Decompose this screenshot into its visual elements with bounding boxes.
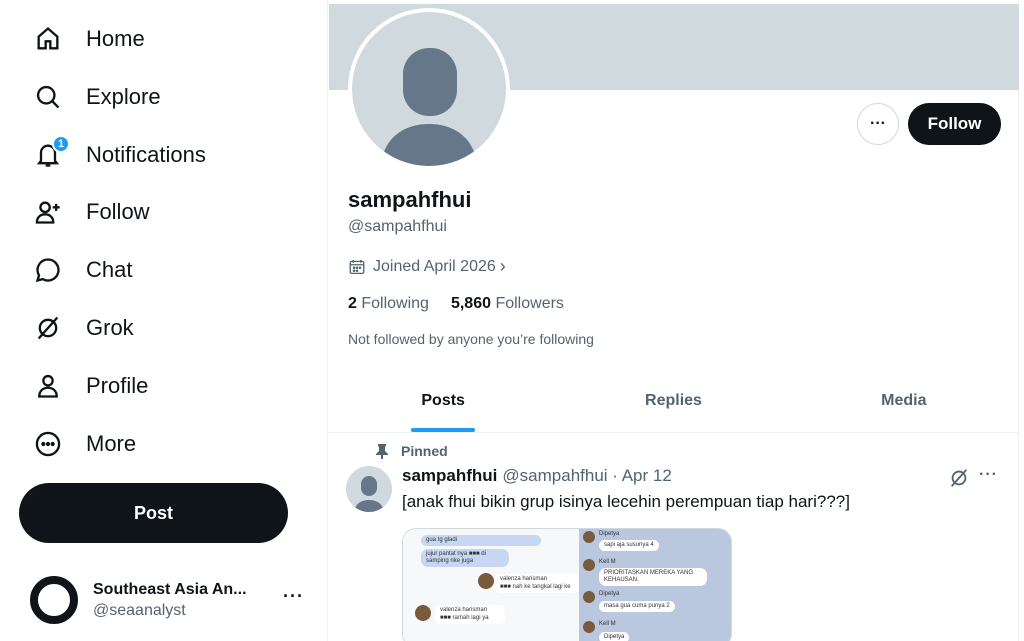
chat-sender: Kell M [599,559,616,565]
account-switcher[interactable]: Southeast Asia An... @seaanalyst ··· [30,572,310,628]
chat-sender: Kell M [599,621,616,627]
sidebar-item-more[interactable]: More [30,424,136,464]
tab-replies[interactable]: Replies [558,370,788,432]
sidebar-item-label: Follow [86,199,150,224]
chat-bubble: gua tg gladi [421,535,541,546]
sidebar-item-label: Grok [86,315,134,340]
chat-screenshot-left: gua tg gladi jujur pantat nya ■■■ di sam… [403,529,579,641]
followers-label: Followers [495,295,564,312]
account-text: Southeast Asia An... @seaanalyst [93,581,273,620]
sidebar-item-grok[interactable]: Grok [30,308,134,348]
sidebar-item-home[interactable]: Home [30,19,145,59]
sidebar-item-notifications[interactable]: 1 Notifications [30,135,206,175]
avatar [583,559,595,571]
avatar [415,605,431,621]
avatar [583,621,595,633]
post-image[interactable]: gua tg gladi jujur pantat nya ■■■ di sam… [402,528,732,641]
profile-handle: @sampahfhui [348,218,447,235]
person-plus-icon [30,194,66,230]
calendar-icon [349,259,365,274]
post-meta[interactable]: @sampahfhui · Apr 12 [502,466,671,486]
sidebar-item-chat[interactable]: Chat [30,250,132,290]
sidebar-item-label: Notifications [86,142,206,167]
following-label: Following [361,295,429,312]
grok-icon[interactable] [948,467,970,489]
follow-stats: 2 Following 5,860 Followers [348,295,586,313]
post-header: sampahfhui @sampahfhui · Apr 12 [402,466,672,486]
joined-text: Joined April 2026 [373,257,496,275]
sidebar-nav: Home Explore 1 Notifications Follow Chat… [0,0,318,641]
profile-more-button[interactable]: ··· [857,103,899,145]
more-circle-icon [30,426,66,462]
chat-bubble: sapi aja susunya 4 [599,540,659,551]
chat-bubble: masa gua cuma punya 2 [599,601,675,612]
chevron-right-icon: › [499,256,506,276]
follow-button[interactable]: Follow [908,103,1001,145]
following-link[interactable]: 2 Following [348,295,429,313]
bell-icon: 1 [30,135,70,173]
post-avatar[interactable] [346,466,392,512]
tab-media[interactable]: Media [789,370,1019,432]
pinned-indicator: Pinned [375,443,448,459]
tab-posts[interactable]: Posts [328,370,558,432]
avatar [478,573,494,589]
not-followed-note: Not followed by anyone you’re following [348,331,594,347]
chat-bubble: ■■■ nah ke tangkal lagi ke [495,582,579,593]
pin-icon [376,444,388,459]
account-more-icon[interactable]: ··· [283,586,304,607]
chat-screenshot-right: Dipetya sapi aja susunya 4 Kell M PRIORI… [579,529,731,641]
sidebar-item-label: Profile [86,373,149,398]
sidebar-item-label: Explore [86,84,161,109]
followers-link[interactable]: 5,860 Followers [451,295,564,313]
pinned-label: Pinned [401,443,448,459]
sidebar-item-follow[interactable]: Follow [30,192,150,232]
notification-badge: 1 [52,135,70,153]
chat-bubble: jujur pantat nya ■■■ di samping nke juga [421,549,509,567]
default-avatar-icon [352,12,506,166]
home-icon [30,21,66,57]
post-author[interactable]: sampahfhui [402,466,497,486]
following-count: 2 [348,295,357,312]
app: Home Explore 1 Notifications Follow Chat… [0,0,1024,641]
post-button[interactable]: Post [19,483,288,543]
sidebar-item-explore[interactable]: Explore [30,77,161,117]
avatar [30,576,78,624]
sidebar-item-label: Home [86,26,145,51]
sidebar-item-label: More [86,431,137,456]
search-icon [30,79,66,115]
avatar [583,591,595,603]
chat-bubble-icon [30,252,66,288]
profile-display-name: sampahfhui [348,187,472,212]
grok-icon [30,310,66,346]
chat-sender: Dipetya [599,632,630,641]
profile-main: ··· Follow sampahfhui @sampahfhui Joined… [327,0,1019,641]
avatar [583,531,595,543]
profile-tabs: Posts Replies Media [328,370,1019,433]
sidebar-item-profile[interactable]: Profile [30,366,148,406]
post-more-icon[interactable]: ··· [979,466,998,484]
person-icon [30,368,66,404]
joined-date[interactable]: Joined April 2026 › [348,256,506,277]
account-name: Southeast Asia An... [93,580,247,598]
chat-sender: Dipetya [599,531,620,537]
chat-sender: Dipetya [599,591,620,597]
post-text: [anak fhui bikin grup isinya lecehin per… [402,492,850,511]
chat-bubble: PRIORITASKAN MEREKA YANG KEHAUSAN. [599,568,707,586]
chat-bubble: ■■■ ramah lagi ya [435,613,505,624]
sidebar-item-label: Chat [86,257,133,282]
followers-count: 5,860 [450,295,491,312]
profile-avatar[interactable] [348,8,510,170]
account-handle: @seaanalyst [93,601,186,619]
